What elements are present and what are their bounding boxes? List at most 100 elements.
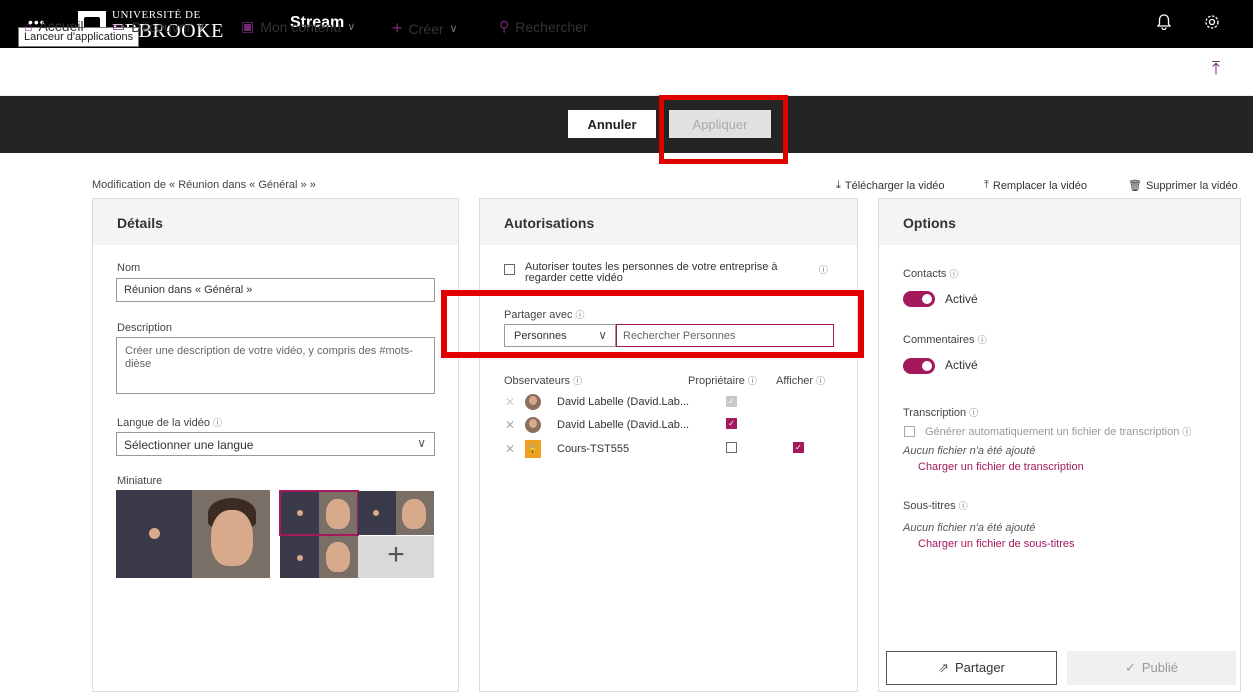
chevron-down-icon: ∨ [347,21,356,33]
avatar [525,394,541,410]
comments-toggle[interactable] [903,358,935,374]
remove-icon[interactable]: ✕ [505,395,515,409]
home-icon: ⌂ [24,18,33,34]
upload-icon: ⤒ [984,179,989,191]
info-icon: ⓘ [747,376,757,386]
allow-all-checkbox[interactable] [504,264,515,275]
published-button[interactable]: ✓ Publié [1067,651,1236,685]
thumbnail-large-face[interactable] [192,490,270,578]
contacts-label: Contacts ⓘ [903,268,959,280]
name-input[interactable]: Réunion dans « Général » [116,278,435,302]
info-icon: ⓘ [969,408,979,418]
nav-my-content-label: Mon contenu [260,18,342,35]
chevron-down-icon: ∨ [197,21,206,33]
language-select-value: Sélectionner une langue [124,438,254,452]
thumbnail-option-2[interactable] [358,491,434,535]
published-button-label: Publié [1141,660,1179,675]
chevron-down-icon: ∨ [417,436,426,450]
discover-icon: ▭ [112,18,126,34]
share-button[interactable]: ⇗ Partager [886,651,1057,685]
replace-video-label: Remplacer la vidéo [992,179,1088,192]
delete-video-link[interactable]: 🗑 Supprimer la vidéo [1128,179,1238,193]
transcript-auto-label: Générer automatiquement un fichier de tr… [925,426,1192,438]
show-column-header: Afficher ⓘ [776,375,826,387]
info-icon: ⓘ [958,501,968,511]
upload-subtitles-link[interactable]: Charger un fichier de sous-titres [918,538,1075,550]
delete-video-label: Supprimer la vidéo [1145,179,1238,192]
breadcrumb: Modification de « Réunion dans « Général… [92,179,316,191]
group-lock-icon: 🔒 [525,440,541,458]
nav-search-label: Rechercher [515,18,588,35]
cancel-button[interactable]: Annuler [568,110,656,138]
upload-transcript-link[interactable]: Charger un fichier de transcription [918,461,1084,473]
subtitles-label: Sous-titres ⓘ [903,500,968,512]
show-checkbox[interactable]: ✓ [793,442,804,453]
transcript-none: Aucun fichier n'a été ajouté [903,445,1036,457]
add-thumbnail-button[interactable]: + [358,536,434,578]
trash-icon: 🗑 [1128,180,1142,192]
remove-icon[interactable]: ✕ [505,418,515,432]
highlight-apply [659,95,788,164]
contacts-state: Activé [945,292,978,306]
replace-video-link[interactable]: ⤒ Remplacer la vidéo [984,179,1087,192]
comments-state: Activé [945,358,978,372]
description-label: Description [117,322,173,334]
nav-create-label: Créer [408,20,444,37]
thumbnail-option-3[interactable] [280,536,358,578]
owner-column-header: Propriétaire ⓘ [688,375,757,387]
nav-create[interactable]: + Créer ∨ [392,18,458,39]
download-video-link[interactable]: ⤓ Télécharger la vidéo [836,179,945,192]
transcript-auto-checkbox[interactable] [904,426,915,437]
info-icon: ⓘ [573,376,583,386]
nav-bar [0,48,1253,96]
share-icon: ⇗ [938,660,950,675]
name-label: Nom [117,262,141,274]
info-icon: ⓘ [949,269,959,279]
owner-checkbox[interactable] [726,442,737,453]
chevron-down-icon: ∨ [449,23,458,35]
viewer-name: David Labelle (David.Lab... [557,396,690,408]
info-icon[interactable]: ⓘ [819,263,828,276]
share-button-label: Partager [955,660,1005,675]
contacts-toggle[interactable] [903,291,935,307]
nav-discover[interactable]: ▭ Découvrir ∨ [112,18,205,35]
details-title: Détails [93,199,458,245]
info-icon: ⓘ [213,418,223,428]
plus-icon: + [392,18,403,38]
subtitles-none: Aucun fichier n'a été ajouté [903,522,1036,534]
transcript-label: Transcription ⓘ [903,407,979,419]
search-icon: ⚲ [499,18,510,34]
gear-icon[interactable] [1204,14,1220,35]
checkmark-icon: ✓ [1124,660,1136,675]
language-label: Langue de la vidéo ⓘ [117,417,223,429]
nav-home-label: Accueil [38,18,84,34]
info-icon: ⓘ [1182,427,1192,437]
nav-my-content[interactable]: ▣ Mon contenu ∨ [241,18,355,35]
avatar [525,417,541,433]
download-icon: ⤓ [836,179,841,191]
download-video-label: Télécharger la vidéo [844,179,945,192]
info-icon: ⓘ [977,335,987,345]
thumbnail-label: Miniature [117,475,163,487]
thumbnail-selected-border [279,490,359,536]
permissions-title: Autorisations [480,199,857,245]
arrow-up-icon[interactable]: ⤒ [1212,58,1220,79]
viewer-name: David Labelle (David.Lab... [557,419,690,431]
info-icon: ⓘ [816,376,826,386]
nav-discover-label: Découvrir [131,18,192,35]
nav-home[interactable]: ⌂ Accueil [24,18,84,34]
owner-checkbox: ✓ [726,396,737,407]
bell-icon[interactable] [1156,14,1172,35]
thumbnail-large-left[interactable] [116,490,192,578]
nav-search[interactable]: ⚲ Rechercher [499,18,588,35]
viewers-column-header: Observateurs ⓘ [504,375,583,387]
my-content-icon: ▣ [241,18,255,34]
highlight-share-with [441,290,864,358]
comments-label: Commentaires ⓘ [903,334,987,346]
owner-checkbox[interactable]: ✓ [726,418,737,429]
language-select[interactable]: Sélectionner une langue ∨ [116,432,435,456]
remove-icon[interactable]: ✕ [505,442,515,456]
options-title: Options [879,199,1240,245]
viewer-name: Cours-TST555 [557,443,630,455]
description-input[interactable]: Créer une description de votre vidéo, y … [116,337,435,394]
